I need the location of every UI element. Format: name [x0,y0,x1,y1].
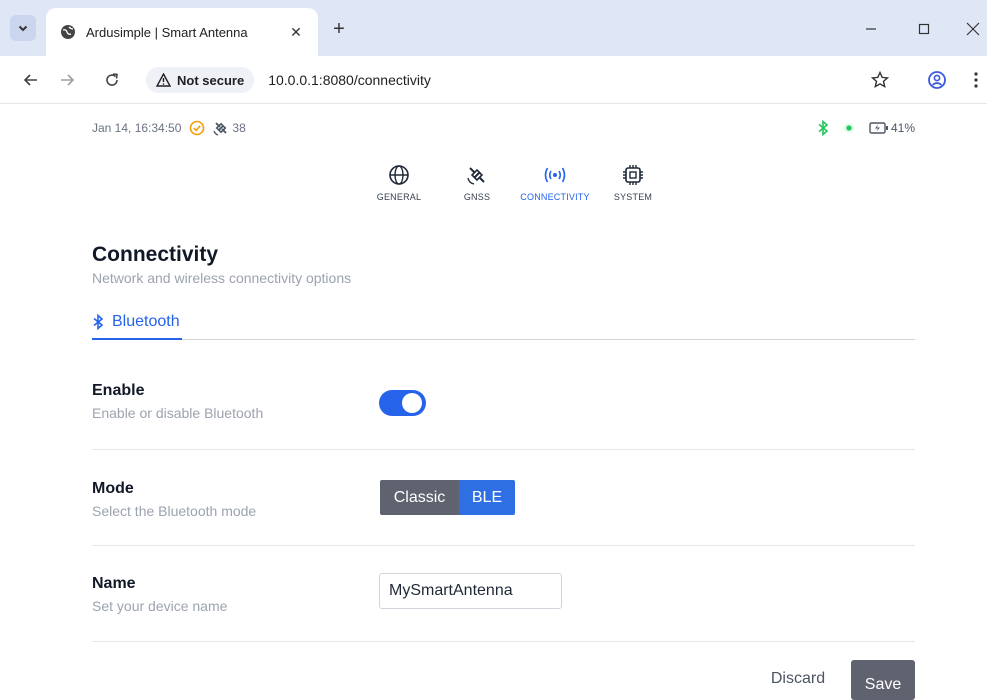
bluetooth-status-icon [818,120,829,136]
nav-general[interactable]: GENERAL [360,164,438,214]
url-text: 10.0.0.1:8080/connectivity [268,72,431,88]
nav-connectivity[interactable]: CONNECTIVITY [516,164,594,214]
setting-description: Enable or disable Bluetooth [92,405,264,421]
arrow-left-icon [23,74,37,86]
tab-title: Ardusimple | Smart Antenna [86,24,248,40]
tab-label: Bluetooth [112,312,180,330]
security-indicator[interactable]: Not secure [146,67,255,93]
setting-label: Enable [92,382,145,399]
bluetooth-mode-selector: Classic BLE [380,480,515,515]
bluetooth-enable-toggle[interactable] [379,390,426,416]
datetime: Jan 14, 16:34:50 [92,121,182,135]
main-nav: GENERAL GNSS CONNECTIVITY SYSTEM [360,164,672,214]
toggle-knob [402,393,422,413]
minimize-button[interactable] [858,16,884,42]
setting-description: Set your device name [92,598,228,614]
security-label: Not secure [177,72,245,88]
profile-icon [928,71,946,89]
nav-gnss[interactable]: GNSS [438,164,516,214]
browser-menu-button[interactable] [962,66,987,94]
close-window-button[interactable] [960,16,986,42]
nav-label: SYSTEM [613,192,653,202]
more-vert-icon [974,72,978,88]
minimize-icon [866,28,876,30]
new-tab-button[interactable]: + [328,18,350,40]
browser-tabstrip: Ardusimple | Smart Antenna ✕ + [0,0,987,56]
star-icon [871,71,889,89]
device-name-input[interactable] [379,573,562,609]
connectivity-tabs: Bluetooth [92,305,915,340]
globe-icon [389,165,409,185]
device-status-bar: Jan 14, 16:34:50 38 41% [92,118,915,138]
maximize-button[interactable] [911,16,937,42]
close-icon [966,22,980,36]
globe-icon [60,24,76,40]
setting-mode: Mode Select the Bluetooth mode Classic B… [92,450,915,546]
reload-icon [106,73,118,86]
mode-classic-button[interactable]: Classic [380,480,459,515]
satellite-icon [213,122,228,136]
satellite-count: 38 [232,121,246,135]
bookmark-button[interactable] [870,70,890,90]
battery-charging-icon [869,122,888,134]
browser-tab[interactable]: Ardusimple | Smart Antenna ✕ [46,8,318,56]
forward-button[interactable] [53,66,81,94]
address-bar[interactable]: Not secure 10.0.0.1:8080/connectivity [138,62,908,98]
chevron-down-icon [18,25,28,32]
arrow-right-icon [61,74,75,86]
cpu-icon [623,165,643,185]
battery-level: 41% [890,121,915,135]
connection-status-dot-icon [843,123,854,133]
tab-close-button[interactable]: ✕ [282,24,310,41]
nav-label: GENERAL [376,192,422,202]
nav-label: CONNECTIVITY [520,192,590,202]
back-button[interactable] [17,66,45,94]
page-title: Connectivity [92,243,219,266]
location-ok-icon [190,120,205,136]
browser-toolbar: Not secure 10.0.0.1:8080/connectivity [0,56,987,104]
reload-button[interactable] [98,66,126,94]
save-button[interactable]: Save [851,660,915,700]
bluetooth-icon [93,313,104,330]
setting-label: Mode [92,480,134,497]
tab-search-button[interactable] [10,15,36,41]
profile-button[interactable] [923,66,951,94]
maximize-icon [918,23,930,35]
satellite-status: 38 [213,120,246,136]
page-subtitle: Network and wireless connectivity option… [92,270,352,286]
nav-system[interactable]: SYSTEM [594,164,672,214]
battery-status: 41% [869,121,915,135]
nav-label: GNSS [463,192,491,202]
setting-label: Name [92,575,136,592]
tab-bluetooth[interactable]: Bluetooth [92,305,182,340]
warning-icon [156,73,171,87]
setting-name: Name Set your device name [92,546,915,642]
setting-description: Select the Bluetooth mode [92,503,257,519]
wireless-icon [544,167,566,183]
satellite-icon [467,167,485,185]
mode-ble-button[interactable]: BLE [459,480,515,515]
setting-enable: Enable Enable or disable Bluetooth [92,370,915,450]
